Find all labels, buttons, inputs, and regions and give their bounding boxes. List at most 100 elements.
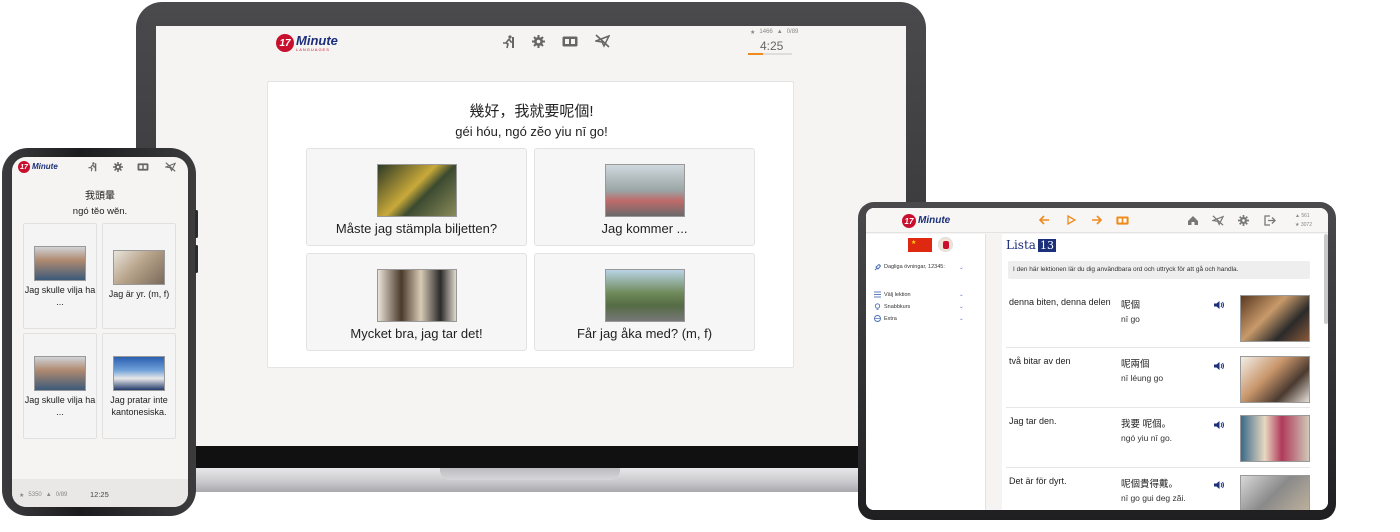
answer-card[interactable]: Måste jag stämpla biljetten? [306,148,527,246]
no-flight-icon[interactable] [1212,215,1224,226]
flashcard-icon[interactable] [137,163,149,171]
answer-label: Måste jag stämpla biljetten? [335,221,498,236]
answer-card[interactable]: Jag kommer ... [534,148,755,246]
chevron-down-icon: ⌄ [959,303,964,310]
speaker-icon[interactable] [1213,361,1225,371]
logout-icon[interactable] [1264,215,1276,226]
travelers-photo [604,164,685,217]
sidebar-item-crash-course[interactable]: Snabbkurs ⌄ [874,303,974,310]
logo-badge: 17 [276,34,294,52]
hitchhiker-photo [604,269,685,322]
vocab-row[interactable]: två bitar av den 呢兩個 nī léung go [1006,349,1310,408]
woman-peace-photo [1240,356,1310,403]
gear-icon[interactable] [1238,215,1249,226]
score-stats: ★ 1466 ▲ 0/89 [750,29,798,36]
speaker-icon[interactable] [1213,480,1225,490]
phone-volume-button [195,210,198,238]
bulb-icon [874,303,881,310]
no-flight-icon[interactable] [595,34,610,48]
timer: 12:25 [90,490,109,499]
chevron-down-icon: ⌄ [959,264,964,271]
vocab-romanization: nī go gui deg zăi. [1121,493,1186,503]
list-icon [874,291,881,298]
vocab-row[interactable]: Jag tar den. 我要 呢個。 ngó yiu nī go. [1006,409,1310,468]
no-flight-icon[interactable] [165,162,176,172]
flashcard-icon[interactable] [1116,216,1129,225]
logo-name: Minute [918,215,951,226]
running-icon[interactable] [501,35,515,49]
teacher-avatar[interactable] [938,237,953,252]
answer-card[interactable]: Jag skulle vilja ha ... [23,223,97,329]
speaker-icon[interactable] [1213,420,1225,430]
vocab-chinese: 呢個 [1121,300,1141,311]
progress-bar [748,53,792,55]
sidebar-item-extra[interactable]: Extra ⌄ [874,315,974,322]
laptop-notch [440,468,620,480]
sidebar-item-label: Extra [884,315,897,322]
answer-label: Jag kommer ... [601,221,688,236]
answer-label: Får jag åka med? (m, f) [576,326,713,341]
ticket-machine-photo [376,164,457,217]
lesson-number-badge: 13 [1037,238,1056,252]
app-logo[interactable]: 17 Minute LANGUAGES [276,34,338,52]
sidebar-item-daily[interactable]: Dagliga övningar, 12345: ⌄ [874,264,974,272]
globe-icon [874,315,881,322]
progress-fill [748,53,764,55]
caps-count: 561 [1301,213,1310,219]
vocab-chinese: 呢個貴得戴。 [1121,479,1179,490]
vocab-romanization: ngó yiu nī go. [1121,433,1173,443]
caps-count: 0/89 [55,492,68,498]
vocab-row[interactable]: Det är för dyrt. 呢個貴得戴。 nī go gui deg ză… [1006,469,1310,510]
answer-label: Jag skulle vilja ha ... [24,285,96,308]
play-icon[interactable] [1066,215,1076,225]
vocab-swedish: Det är för dyrt. [1009,476,1067,486]
running-icon[interactable] [87,162,97,172]
gear-icon[interactable] [113,162,123,172]
gear-icon[interactable] [532,35,545,48]
shop-photo [1240,475,1310,510]
answer-label: Jag skulle vilja ha ... [24,395,96,418]
dizzy-woman-photo [113,250,165,285]
home-icon[interactable] [1187,215,1199,226]
flashcard-icon[interactable] [562,36,578,47]
vocab-row[interactable]: denna biten, denna delen 呢個 nī go [1006,289,1310,348]
vocab-cantonese: 呢個貴得戴。 nī go gui deg zăi. [1121,476,1186,503]
sidebar-item-label: Dagliga övningar, 12345: [884,264,945,270]
speaker-icon[interactable] [1213,300,1225,310]
quiz-panel: 幾好，我就要呢個! géi hóu, ngó zĕo yiu nī go! Må… [267,81,794,368]
answer-card[interactable]: Mycket bra, jag tar det! [306,253,527,351]
sidebar-item-label: Välj lektion [884,291,911,298]
vocab-swedish: denna biten, denna delen [1009,297,1111,307]
answer-card[interactable]: Jag är yr. (m, f) [102,223,176,329]
scrollbar-thumb[interactable] [1324,234,1328,324]
answer-card[interactable]: Jag skulle vilja ha ... [23,333,97,439]
answer-label: Jag är yr. (m, f) [108,289,170,299]
arrow-right-icon[interactable] [1091,215,1102,225]
woman-smiling-photo [34,356,86,391]
lesson-title: Lista [1006,238,1036,252]
china-flag-icon[interactable]: ★ [908,238,932,252]
businessman-photo [113,356,165,391]
woman-smiling-photo [34,246,86,281]
chevron-down-icon: ⌄ [959,291,964,298]
app-logo[interactable]: 17 Minute [18,161,58,173]
stars-count: 5350 [28,492,42,498]
answer-card[interactable]: Jag pratar inte kantonesiska. [102,333,176,439]
app-logo[interactable]: 17 Minute [902,214,950,228]
vocab-swedish: Jag tar den. [1009,416,1057,426]
arrow-left-icon[interactable] [1039,215,1050,225]
baker-photo [1240,295,1310,342]
rocket-icon [874,264,881,271]
vocab-chinese: 我要 呢個。 [1121,419,1172,430]
laptop-screen: 17 Minute LANGUAGES ★ 1466 ▲ 0/89 4:25 幾好，… [156,26,906,446]
handshake-photo [376,269,457,322]
tablet-screen: 17 Minute ▲ 561 ★ 3072 ★ Dagliga övninga… [866,208,1328,510]
shopping-women-photo [1240,415,1310,462]
sidebar-item-choose-lesson[interactable]: Välj lektion ⌄ [874,291,974,298]
score-stats: ★ 5350 ▲ 0/89 [19,492,67,499]
answer-label: Mycket bra, jag tar det! [350,326,483,341]
tablet-sidebar [866,234,986,510]
question-chinese: 我頭暈 [85,191,115,202]
answer-card[interactable]: Får jag åka med? (m, f) [534,253,755,351]
phone-screen: 17 Minute 我頭暈 ngó tĕo wĕn. Jag skulle vi… [12,157,188,507]
